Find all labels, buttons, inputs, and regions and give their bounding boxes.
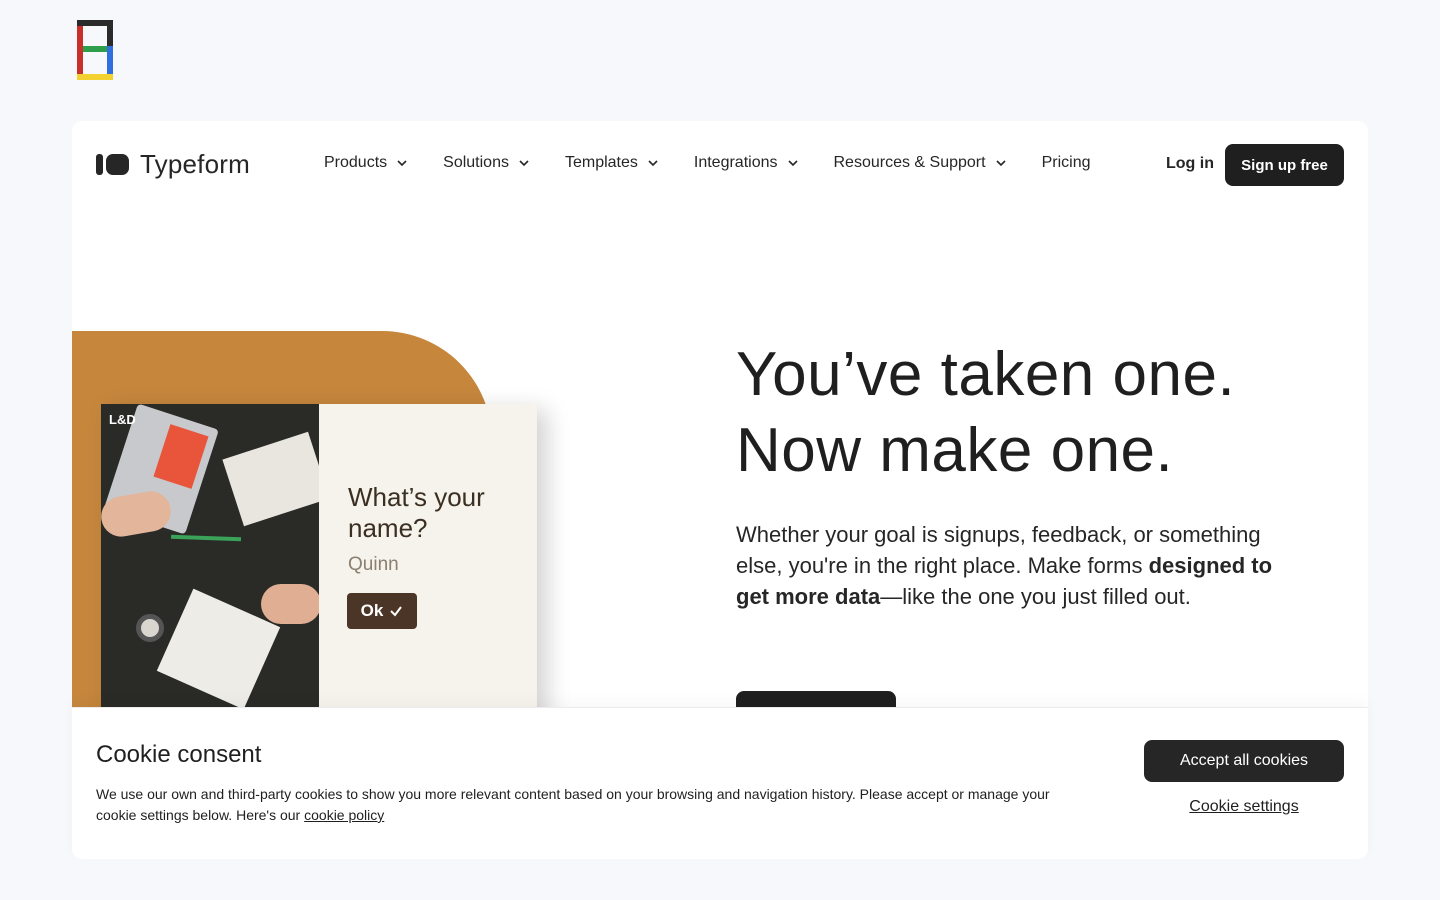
chevron-down-icon [397, 160, 407, 167]
chevron-down-icon [519, 160, 529, 167]
chevron-down-icon [787, 160, 798, 167]
top-nav: Typeform Products Solutions Templates In… [72, 121, 1368, 209]
cookie-settings-link[interactable]: Cookie settings [1144, 798, 1344, 816]
nav-item-integrations[interactable]: Integrations [694, 154, 800, 172]
nav-label: Solutions [443, 154, 509, 171]
hero-visual: L&D What’s your name? Quinn Ok [72, 331, 592, 731]
preview-answer: Quinn [348, 554, 399, 575]
typeform-logo-icon [96, 154, 129, 175]
cookie-title: Cookie consent [96, 741, 262, 768]
brand-logo[interactable]: Typeform [96, 149, 250, 180]
headline-line-1: You’ve taken one. [736, 340, 1236, 409]
cookie-banner: Cookie consent We use our own and third-… [72, 707, 1368, 859]
nav-item-pricing[interactable]: Pricing [1042, 154, 1091, 172]
brand-name: Typeform [140, 149, 250, 179]
nav-item-solutions[interactable]: Solutions [443, 154, 531, 172]
signup-button[interactable]: Sign up free [1225, 144, 1344, 186]
hero-headline: You’ve taken one. Now make one. [736, 337, 1296, 489]
form-preview-photo: L&D [101, 404, 319, 731]
cookie-policy-link[interactable]: cookie policy [304, 807, 384, 823]
preview-ok-button: Ok [347, 593, 417, 629]
subhead-text-end: —like the one you just filled out. [880, 584, 1191, 609]
nav-item-products[interactable]: Products [324, 154, 409, 172]
ok-label: Ok [360, 601, 384, 620]
accept-cookies-button[interactable]: Accept all cookies [1144, 740, 1344, 782]
cookie-body-text: We use our own and third-party cookies t… [96, 786, 1050, 823]
cookie-body: We use our own and third-party cookies t… [96, 784, 1076, 826]
preview-question: What’s your name? [348, 482, 485, 543]
nav-label: Pricing [1041, 154, 1091, 171]
chevron-down-icon [648, 160, 658, 167]
nav-label: Products [324, 154, 388, 171]
form-preview-card: L&D What’s your name? Quinn Ok [101, 404, 537, 731]
hero-subheading: Whether your goal is signups, feedback, … [736, 519, 1281, 612]
nav-label: Resources & Support [833, 154, 986, 171]
nav-label: Templates [564, 154, 638, 171]
hero-text: You’ve taken one. Now make one. Whether … [736, 337, 1296, 612]
check-icon [390, 606, 403, 617]
preview-badge: L&D [109, 412, 136, 427]
chevron-down-icon [996, 160, 1006, 167]
main-menu: Products Solutions Templates Integration… [324, 154, 1090, 172]
headline-line-2: Now make one. [736, 416, 1174, 485]
nav-item-resources[interactable]: Resources & Support [834, 154, 1008, 172]
login-link[interactable]: Log in [1166, 155, 1214, 173]
nav-item-templates[interactable]: Templates [565, 154, 660, 172]
site-logo-icon [77, 20, 113, 80]
nav-label: Integrations [693, 154, 778, 171]
